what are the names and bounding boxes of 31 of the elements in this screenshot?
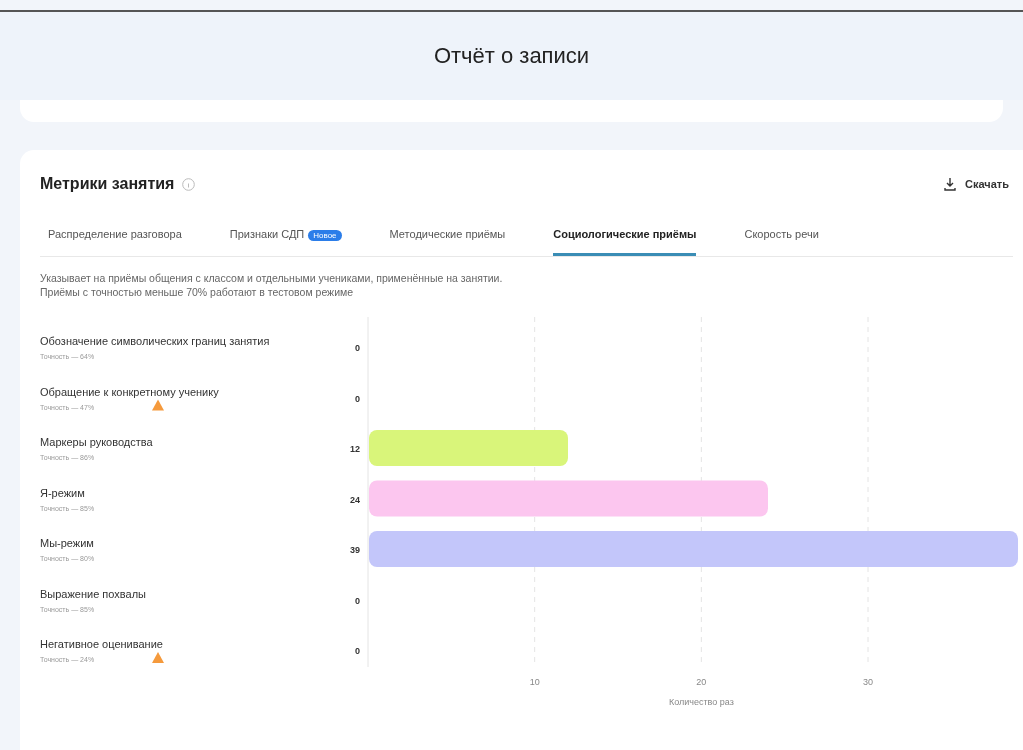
tab[interactable]: Признаки СДП Новое: [229, 218, 342, 256]
tab[interactable]: Скорость речи: [744, 218, 819, 256]
data-label: 0: [355, 393, 360, 404]
tab[interactable]: Распределение разговора: [48, 218, 182, 256]
axis-tick-label: 30: [863, 676, 873, 687]
category-label: Мы-режим: [40, 536, 94, 549]
download-button[interactable]: Скачать: [937, 174, 1015, 194]
data-label: 0: [355, 645, 360, 656]
new-badge: Новое: [308, 230, 342, 241]
axis-title: Количество раз: [668, 696, 734, 707]
data-label: 24: [350, 494, 360, 505]
category-label: Я-режим: [40, 486, 85, 499]
category-label: Обращение к конкретному ученику: [40, 385, 219, 398]
data-label: 0: [355, 342, 360, 353]
page-title: Отчёт о записи: [433, 42, 590, 70]
info-icon[interactable]: [182, 177, 196, 191]
axis-tick-label: 20: [696, 676, 707, 687]
description-text: Приёмы с точностью меньше 70% работают в тестовом режиме: [40, 284, 355, 299]
axis-tick-label: 10: [529, 676, 540, 687]
tab[interactable]: Социологические приёмы: [553, 218, 697, 256]
category-label: Негативное оценивание: [40, 637, 163, 650]
category-label: Выражение похвалы: [40, 587, 146, 600]
category-label: Маркеры руководства: [40, 435, 153, 448]
data-label: 0: [355, 595, 360, 606]
card-title: Метрики занятия: [40, 174, 175, 194]
description-text: Указывает на приёмы общения с классом и отдельными учениками, применённые на занятии.: [40, 270, 504, 285]
category-label: Обозначение символических границ занятия: [40, 334, 270, 347]
data-label: 39: [350, 544, 360, 555]
tab[interactable]: Методические приёмы: [389, 218, 506, 256]
data-label: 12: [350, 443, 360, 454]
download-icon: [943, 177, 958, 191]
